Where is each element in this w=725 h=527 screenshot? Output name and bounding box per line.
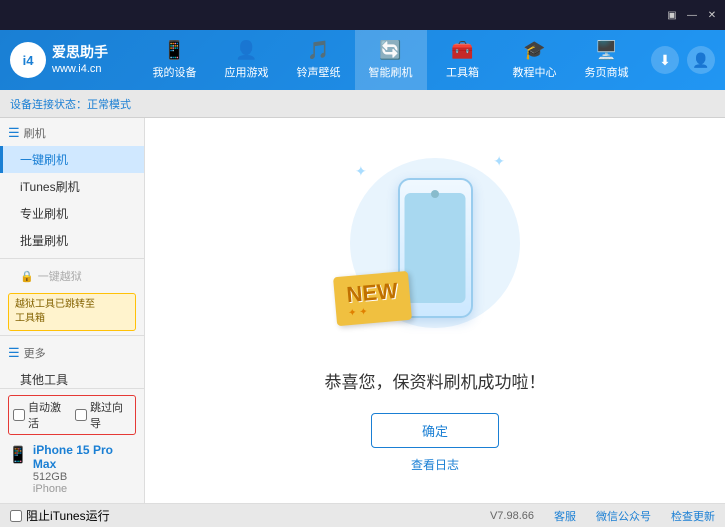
auto-activate-label: 自动激活 — [28, 399, 69, 431]
sidebar-divider-1 — [0, 258, 144, 259]
sidebar-section-more: ☰ 更多 其他工具 下载固件 高级功能 — [0, 340, 144, 388]
device-type: iPhone — [33, 483, 136, 495]
view-log-link[interactable]: 查看日志 — [411, 456, 459, 473]
nav-my-device-icon: 📱 — [163, 40, 185, 61]
guided-restore-checkbox[interactable] — [75, 409, 87, 421]
nav-smart-flash[interactable]: 🔄 智能刷机 — [355, 30, 427, 90]
nav-apps-games[interactable]: 👤 应用游戏 — [211, 30, 283, 90]
phone-illustration: ✦ ✦ NEW ✦ ✦ — [345, 148, 525, 348]
logo-sub-text: www.i4.cn — [52, 62, 108, 77]
guided-restore-label: 跳过向导 — [90, 399, 131, 431]
sidebar-item-itunes[interactable]: iTunes刷机 — [0, 173, 144, 200]
content-row: ☰ 刷机 一键刷机 iTunes刷机 专业刷机 批量刷机 🔒 一键越狱 越狱工具… — [0, 118, 725, 503]
confirm-button[interactable]: 确定 — [371, 413, 499, 448]
device-name: iPhone 15 Pro Max — [33, 443, 136, 471]
device-panel: 自动激活 跳过向导 📱 iPhone 15 Pro Max 512GB iPho… — [0, 388, 144, 503]
version-label: V7.98.66 — [490, 510, 534, 522]
device-info: 📱 iPhone 15 Pro Max 512GB iPhone — [8, 441, 136, 497]
auto-activate-option[interactable]: 自动激活 — [13, 399, 69, 431]
breadcrumb-prefix: 设备连接状态： — [10, 96, 87, 112]
window-controls: ▣ — ✕ — [664, 7, 720, 23]
block-itunes-checkbox[interactable] — [10, 510, 22, 522]
sidebar-jailbreak-note: 越狱工具已跳转至 工具箱 — [8, 293, 136, 331]
device-storage: 512GB — [33, 471, 136, 483]
restore-icon[interactable]: — — [684, 7, 700, 23]
flash-section-icon: ☰ — [8, 125, 20, 141]
success-message: 恭喜您，保资料刷机成功啦！ — [325, 368, 546, 393]
nav-toolbox-label: 工具箱 — [446, 64, 479, 80]
nav-toolbox-icon: 🧰 — [451, 40, 473, 61]
breadcrumb: 设备连接状态： 正常模式 — [0, 90, 725, 118]
more-section-label: 更多 — [24, 345, 46, 361]
block-itunes-label: 阻止iTunes运行 — [26, 507, 110, 524]
bottom-bar: 阻止iTunes运行 V7.98.66 客服 微信公众号 检查更新 — [0, 503, 725, 527]
itunes-bar: 阻止iTunes运行 — [10, 507, 110, 524]
nav-tutorial[interactable]: 🎓 教程中心 — [499, 30, 571, 90]
breadcrumb-status: 正常模式 — [87, 96, 131, 112]
more-section-icon: ☰ — [8, 345, 20, 361]
content-area: ✦ ✦ NEW ✦ ✦ 恭喜您，保资料刷机成功啦！ 确定 查看日志 — [145, 118, 725, 503]
jailbreak-note-line2: 工具箱 — [15, 313, 45, 324]
sparkle-top-right: ✦ — [493, 153, 505, 170]
nav-my-device-label: 我的设备 — [153, 64, 197, 80]
close-icon[interactable]: ✕ — [704, 7, 720, 23]
wechat-link[interactable]: 微信公众号 — [596, 508, 651, 524]
jailbreak-note-line1: 越狱工具已跳转至 — [15, 299, 95, 310]
nav-tutorial-icon: 🎓 — [523, 40, 545, 61]
sidebar-col: ☰ 刷机 一键刷机 iTunes刷机 专业刷机 批量刷机 🔒 一键越狱 越狱工具… — [0, 118, 145, 503]
nav-items: 📱 我的设备 👤 应用游戏 🎵 铃声壁纸 🔄 智能刷机 🧰 工具箱 🎓 — [130, 30, 651, 90]
nav-ringtones[interactable]: 🎵 铃声壁纸 — [283, 30, 355, 90]
nav-smart-flash-icon: 🔄 — [379, 40, 401, 61]
sidebar-section-flash: ☰ 刷机 一键刷机 iTunes刷机 专业刷机 批量刷机 🔒 一键越狱 越狱工具… — [0, 120, 144, 331]
device-details: iPhone 15 Pro Max 512GB iPhone — [33, 443, 136, 495]
app-wrapper: ▣ — ✕ i4 爱思助手 www.i4.cn 📱 我的设备 👤 应用游戏 🎵 — [0, 0, 725, 527]
guided-restore-option[interactable]: 跳过向导 — [75, 399, 131, 431]
sparkle-top-left: ✦ — [355, 163, 367, 180]
nav-toolbox[interactable]: 🧰 工具箱 — [427, 30, 499, 90]
top-bar: ▣ — ✕ — [0, 0, 725, 30]
device-phone-icon: 📱 — [8, 445, 28, 465]
flash-section-label: 刷机 — [24, 125, 46, 141]
sidebar-scroll: ☰ 刷机 一键刷机 iTunes刷机 专业刷机 批量刷机 🔒 一键越狱 越狱工具… — [0, 118, 144, 388]
header-right: ⬇ 👤 — [651, 46, 725, 74]
user-button[interactable]: 👤 — [687, 46, 715, 74]
nav-ringtones-icon: 🎵 — [307, 40, 329, 61]
bottom-bar-right: V7.98.66 客服 微信公众号 检查更新 — [110, 508, 715, 524]
header: i4 爱思助手 www.i4.cn 📱 我的设备 👤 应用游戏 🎵 铃声壁纸 🔄… — [0, 30, 725, 90]
sidebar-item-batch[interactable]: 批量刷机 — [0, 227, 144, 254]
sidebar-item-jailbreak-disabled: 🔒 一键越狱 — [0, 263, 144, 289]
sidebar-section-more-header: ☰ 更多 — [0, 340, 144, 366]
new-ribbon: NEW ✦ ✦ — [333, 271, 412, 326]
check-update-link[interactable]: 检查更新 — [671, 508, 715, 524]
download-button[interactable]: ⬇ — [651, 46, 679, 74]
minimize-icon[interactable]: ▣ — [664, 7, 680, 23]
phone-screen — [405, 193, 466, 303]
sidebar-divider-2 — [0, 335, 144, 336]
auto-options-container: 自动激活 跳过向导 — [8, 395, 136, 435]
nav-smart-flash-label: 智能刷机 — [369, 64, 413, 80]
lock-icon: 🔒 — [20, 270, 34, 283]
nav-tutorial-label: 教程中心 — [513, 64, 557, 80]
auto-activate-checkbox[interactable] — [13, 409, 25, 421]
nav-my-device[interactable]: 📱 我的设备 — [139, 30, 211, 90]
sidebar-item-one-click[interactable]: 一键刷机 — [0, 146, 144, 173]
nav-apps-games-icon: 👤 — [235, 40, 257, 61]
new-badge: NEW ✦ ✦ — [335, 274, 410, 323]
logo-text: 爱思助手 www.i4.cn — [52, 43, 108, 78]
sidebar-section-flash-header: ☰ 刷机 — [0, 120, 144, 146]
logo-area: i4 爱思助手 www.i4.cn — [0, 42, 130, 78]
nav-service-label: 务页商城 — [585, 64, 629, 80]
nav-service[interactable]: 🖥️ 务页商城 — [571, 30, 643, 90]
sidebar-item-pro[interactable]: 专业刷机 — [0, 200, 144, 227]
sidebar-item-other-tools[interactable]: 其他工具 — [0, 366, 144, 388]
logo-icon: i4 — [10, 42, 46, 78]
client-link[interactable]: 客服 — [554, 508, 576, 524]
new-badge-text: NEW — [345, 278, 398, 308]
phone-camera — [431, 190, 439, 198]
logo-main-text: 爱思助手 — [52, 43, 108, 63]
nav-apps-games-label: 应用游戏 — [225, 64, 269, 80]
nav-service-icon: 🖥️ — [595, 40, 617, 61]
nav-ringtones-label: 铃声壁纸 — [297, 64, 341, 80]
